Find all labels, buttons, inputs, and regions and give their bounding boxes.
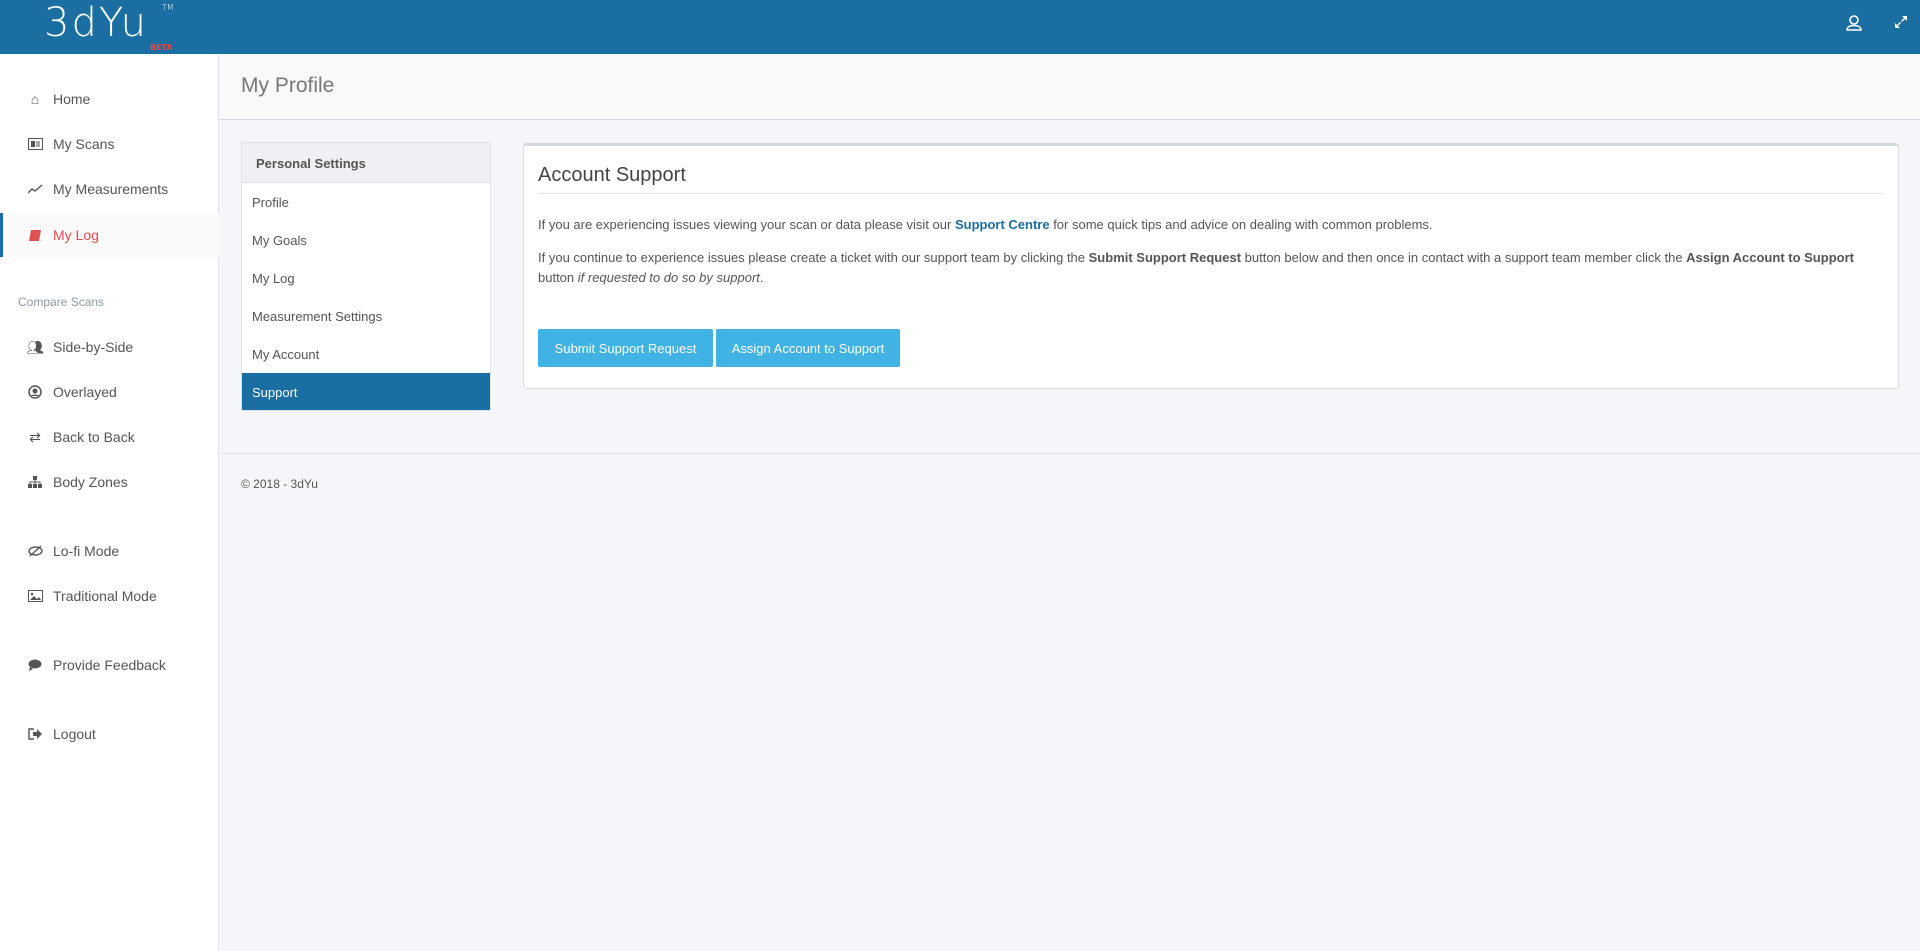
text: Submit Support Request	[1088, 250, 1242, 265]
sidebar-item-traditional-mode[interactable]: Traditional Mode	[0, 574, 219, 618]
sidebar-item-my-scans[interactable]: My Scans	[0, 122, 219, 166]
logo-text: 3dYu	[44, 0, 149, 46]
support-intro-text: If you are experiencing issues viewing y…	[538, 215, 1883, 235]
sidebar-item-label: Back to Back	[53, 429, 135, 445]
account-support-card: Account Support If you are experiencing …	[523, 143, 1899, 389]
sidebar-item-logout[interactable]: Logout	[0, 712, 219, 756]
sitemap-icon	[27, 475, 43, 489]
sidebar-item-body-zones[interactable]: Body Zones	[0, 460, 219, 504]
sidebar-item-home[interactable]: ⌂ Home	[0, 77, 219, 121]
sidebar-item-label: Lo-fi Mode	[53, 543, 120, 559]
logo-tm: TM	[162, 3, 174, 12]
sidebar: ⌂ Home My Scans My Measurements My Log Co…	[0, 54, 219, 951]
image-icon	[27, 589, 43, 603]
compare-scans-heading: Compare Scans	[18, 295, 105, 309]
id-card-icon	[27, 137, 43, 151]
user-circle-icon	[27, 385, 43, 399]
exchange-icon: ⇄	[29, 428, 41, 445]
sidebar-item-label: Overlayed	[53, 384, 117, 400]
submit-support-request-button[interactable]: Submit Support Request	[538, 329, 713, 367]
sidebar-item-label: Body Zones	[53, 474, 128, 490]
sidebar-item-back-to-back[interactable]: ⇄ Back to Back	[0, 415, 219, 459]
text: button below and then once in contact wi…	[1241, 250, 1687, 265]
sidebar-item-label: Side-by-Side	[53, 339, 134, 355]
sidebar-item-my-log[interactable]: My Log	[0, 213, 219, 257]
settings-item-measurement-settings[interactable]: Measurement Settings	[242, 297, 490, 335]
personal-settings-panel: Personal Settings Profile My Goals My Lo…	[241, 142, 491, 411]
sidebar-item-label: Home	[53, 91, 91, 107]
settings-item-my-account[interactable]: My Account	[242, 335, 490, 373]
footer-copyright: © 2018 - 3dYu	[241, 477, 318, 491]
sidebar-item-provide-feedback[interactable]: Provide Feedback	[0, 643, 219, 687]
text: If you continue to experience issues ple…	[538, 250, 1089, 265]
page-title: My Profile	[241, 74, 335, 97]
users-icon: 👥︎	[26, 338, 44, 355]
sidebar-item-side-by-side[interactable]: 👥︎ Side-by-Side	[0, 325, 219, 369]
expand-icon[interactable]	[1893, 14, 1915, 36]
footer-divider	[220, 453, 1920, 454]
sidebar-item-label: My Log	[53, 227, 99, 243]
sidebar-item-label: Provide Feedback	[53, 657, 166, 673]
sidebar-item-label: Traditional Mode	[53, 588, 157, 604]
sidebar-item-lo-fi-mode[interactable]: Lo-fi Mode	[0, 529, 219, 573]
page-header: My Profile	[220, 54, 1920, 120]
line-chart-icon	[27, 182, 43, 196]
book-icon	[27, 228, 43, 242]
sidebar-item-label: Logout	[53, 726, 96, 742]
top-bar: 3dYu TM BETA	[0, 0, 1920, 54]
sidebar-item-label: My Measurements	[53, 181, 169, 197]
sign-out-icon	[27, 727, 43, 741]
text: Assign Account to Support	[1686, 250, 1854, 265]
text: .	[759, 270, 764, 285]
sidebar-item-my-measurements[interactable]: My Measurements	[0, 167, 219, 211]
personal-settings-heading: Personal Settings	[242, 143, 490, 183]
settings-item-support[interactable]: Support	[242, 373, 490, 410]
logo[interactable]: 3dYu TM BETA	[44, 0, 174, 52]
beta-badge: BETA	[150, 43, 173, 52]
user-icon[interactable]	[1845, 14, 1867, 36]
support-instructions-text: If you continue to experience issues ple…	[538, 248, 1883, 288]
text: If you are experiencing issues viewing y…	[538, 217, 955, 232]
eye-slash-icon	[27, 544, 43, 558]
settings-item-my-log[interactable]: My Log	[242, 259, 490, 297]
assign-account-to-support-button[interactable]: Assign Account to Support	[716, 329, 900, 367]
sidebar-item-overlayed[interactable]: Overlayed	[0, 370, 219, 414]
account-support-title: Account Support	[538, 164, 1883, 194]
settings-item-my-goals[interactable]: My Goals	[242, 221, 490, 259]
home-icon: ⌂	[30, 91, 40, 107]
support-centre-link[interactable]: Support Centre	[955, 217, 1050, 232]
text: if requested to do so by support	[577, 270, 760, 285]
settings-item-profile[interactable]: Profile	[242, 183, 490, 221]
sidebar-item-label: My Scans	[53, 136, 115, 152]
comment-icon	[27, 658, 43, 672]
text: for some quick tips and advice on dealin…	[1049, 217, 1433, 232]
text: button	[538, 270, 578, 285]
